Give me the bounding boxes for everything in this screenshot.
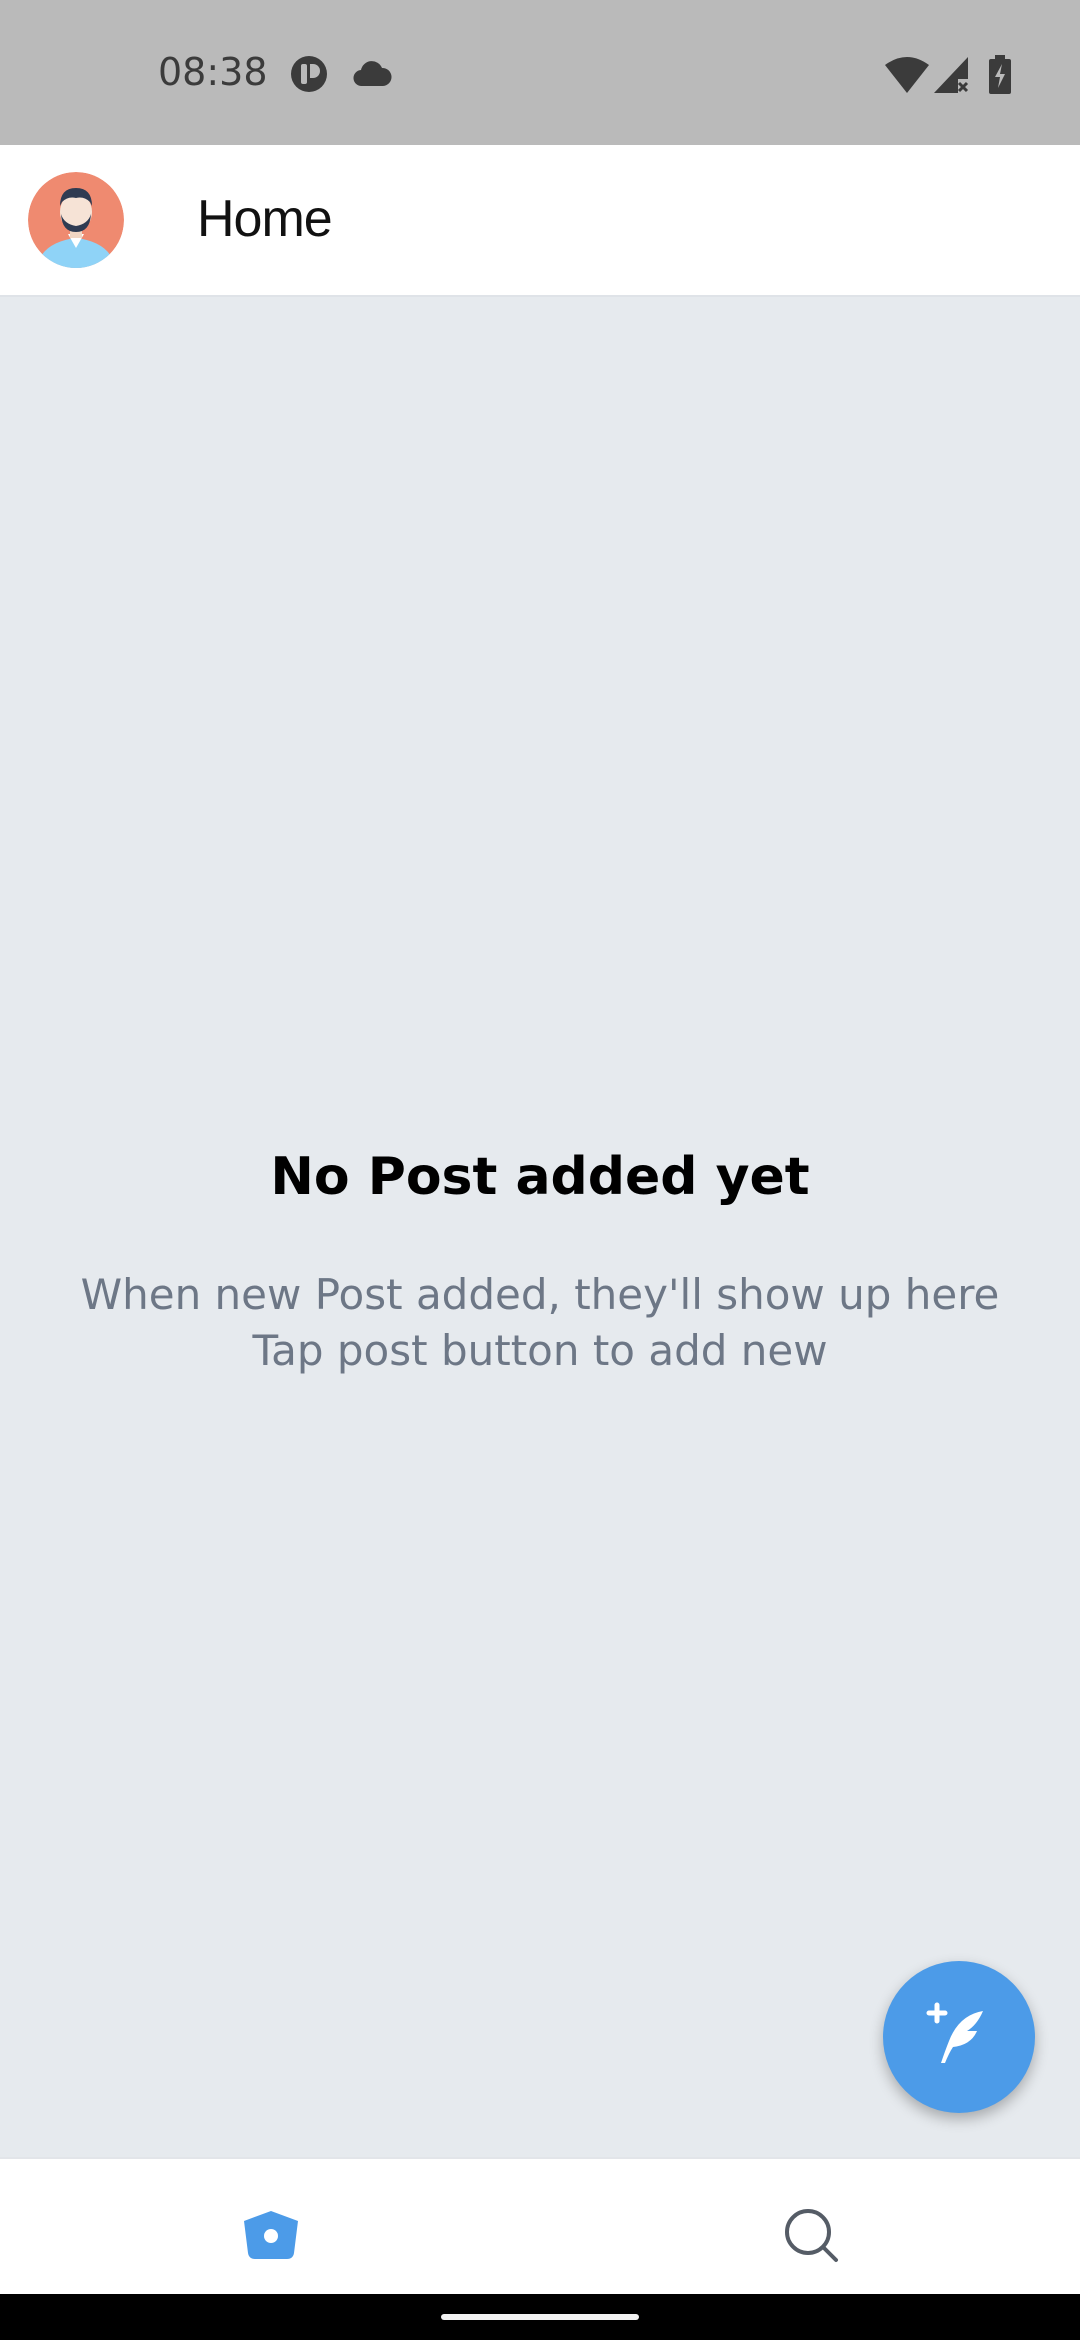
nav-home-tab[interactable] xyxy=(226,2199,316,2271)
status-bar: 08:38 xyxy=(0,0,1080,145)
app-notification-icon xyxy=(291,56,327,92)
home-gesture-handle[interactable] xyxy=(441,2314,639,2320)
status-time: 08:38 xyxy=(158,50,268,94)
empty-state-title: No Post added yet xyxy=(270,1147,810,1207)
cloud-icon xyxy=(353,61,392,87)
user-avatar[interactable] xyxy=(28,172,124,268)
nav-search-tab[interactable] xyxy=(766,2199,856,2271)
gesture-navigation-bar xyxy=(0,2294,1080,2340)
add-post-feather-icon xyxy=(926,2002,983,2063)
battery-charging-icon xyxy=(989,55,1011,94)
home-icon xyxy=(244,2211,298,2259)
empty-state-subtitle: When new Post added, they'll show up her… xyxy=(0,1267,1080,1379)
feed-area[interactable]: No Post added yet When new Post added, t… xyxy=(0,297,1080,2157)
wifi-icon xyxy=(885,57,929,93)
signal-no-service-icon xyxy=(934,57,969,93)
app-bar: Home xyxy=(0,145,1080,297)
add-post-button[interactable] xyxy=(883,1961,1035,2113)
empty-state-subtitle-line1: When new Post added, they'll show up her… xyxy=(80,1270,1000,1319)
bottom-navigation xyxy=(0,2157,1080,2294)
empty-state-subtitle-line2: Tap post button to add new xyxy=(252,1326,828,1375)
avatar-icon xyxy=(28,172,124,268)
search-icon xyxy=(785,2209,838,2262)
page-title: Home xyxy=(197,190,333,248)
